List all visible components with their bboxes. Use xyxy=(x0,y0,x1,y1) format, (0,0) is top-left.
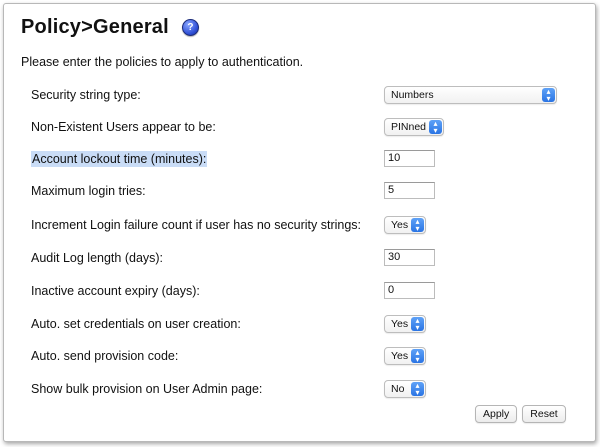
help-icon[interactable]: ? xyxy=(181,19,199,36)
row-nonexistent-users: Non-Existent Users appear to be: PINned … xyxy=(4,118,595,138)
security-string-type-select[interactable]: Numbers ▴ ▾ xyxy=(384,86,557,104)
chevron-up-down-icon: ▴ ▾ xyxy=(542,88,555,103)
row-inactive-expiry: Inactive account expiry (days): 0 xyxy=(4,282,595,302)
auto-set-credentials-select[interactable]: Yes ▴ ▾ xyxy=(384,315,426,333)
label-show-bulk-provision: Show bulk provision on User Admin page: xyxy=(31,382,263,396)
page-header: Policy>General ? xyxy=(21,16,199,39)
label-security-string-type: Security string type: xyxy=(31,88,141,102)
auto-set-credentials-value: Yes xyxy=(391,318,409,330)
increment-failure-select[interactable]: Yes ▴ ▾ xyxy=(384,216,426,234)
show-bulk-provision-value: No xyxy=(391,383,405,395)
inactive-expiry-input[interactable]: 0 xyxy=(384,282,435,299)
label-increment-failure: Increment Login failure count if user ha… xyxy=(31,218,362,232)
lockout-time-input[interactable]: 10 xyxy=(384,150,435,167)
row-max-login-tries: Maximum login tries: 5 xyxy=(4,182,595,202)
label-lockout-time: Account lockout time (minutes): xyxy=(31,151,208,167)
row-lockout-time: Account lockout time (minutes): 10 xyxy=(4,150,595,170)
nonexistent-users-select[interactable]: PINned ▴ ▾ xyxy=(384,118,444,136)
label-audit-log-length: Audit Log length (days): xyxy=(31,251,164,265)
label-inactive-expiry: Inactive account expiry (days): xyxy=(31,284,200,298)
row-audit-log-length: Audit Log length (days): 30 xyxy=(4,249,595,269)
security-string-type-value: Numbers xyxy=(391,89,434,101)
increment-failure-value: Yes xyxy=(391,219,409,231)
form-actions: Apply Reset xyxy=(475,405,566,423)
auto-send-provision-value: Yes xyxy=(391,350,409,362)
row-auto-set-credentials: Auto. set credentials on user creation: … xyxy=(4,315,595,335)
row-security-string-type: Security string type: Numbers ▴ ▾ xyxy=(4,86,595,106)
nonexistent-users-value: PINned xyxy=(391,121,427,133)
label-nonexistent-users: Non-Existent Users appear to be: xyxy=(31,120,216,134)
chevron-up-down-icon: ▴ ▾ xyxy=(411,382,424,397)
chevron-up-down-icon: ▴ ▾ xyxy=(411,317,424,332)
max-login-tries-input[interactable]: 5 xyxy=(384,182,435,199)
chevron-up-down-icon: ▴ ▾ xyxy=(411,218,424,233)
policy-general-panel: Policy>General ? Please enter the polici… xyxy=(3,3,596,442)
show-bulk-provision-select[interactable]: No ▴ ▾ xyxy=(384,380,426,398)
intro-text: Please enter the policies to apply to au… xyxy=(21,55,304,69)
label-auto-set-credentials: Auto. set credentials on user creation: xyxy=(31,317,241,331)
page-title: Policy>General xyxy=(21,16,169,38)
reset-button[interactable]: Reset xyxy=(522,405,566,423)
row-auto-send-provision: Auto. send provision code: Yes ▴ ▾ xyxy=(4,347,595,367)
label-max-login-tries: Maximum login tries: xyxy=(31,184,146,198)
chevron-up-down-icon: ▴ ▾ xyxy=(411,349,424,364)
apply-button[interactable]: Apply xyxy=(475,405,518,423)
auto-send-provision-select[interactable]: Yes ▴ ▾ xyxy=(384,347,426,365)
audit-log-length-input[interactable]: 30 xyxy=(384,249,435,266)
label-auto-send-provision: Auto. send provision code: xyxy=(31,349,179,363)
row-increment-failure: Increment Login failure count if user ha… xyxy=(4,216,595,236)
row-show-bulk-provision: Show bulk provision on User Admin page: … xyxy=(4,380,595,400)
chevron-up-down-icon: ▴ ▾ xyxy=(429,120,442,135)
